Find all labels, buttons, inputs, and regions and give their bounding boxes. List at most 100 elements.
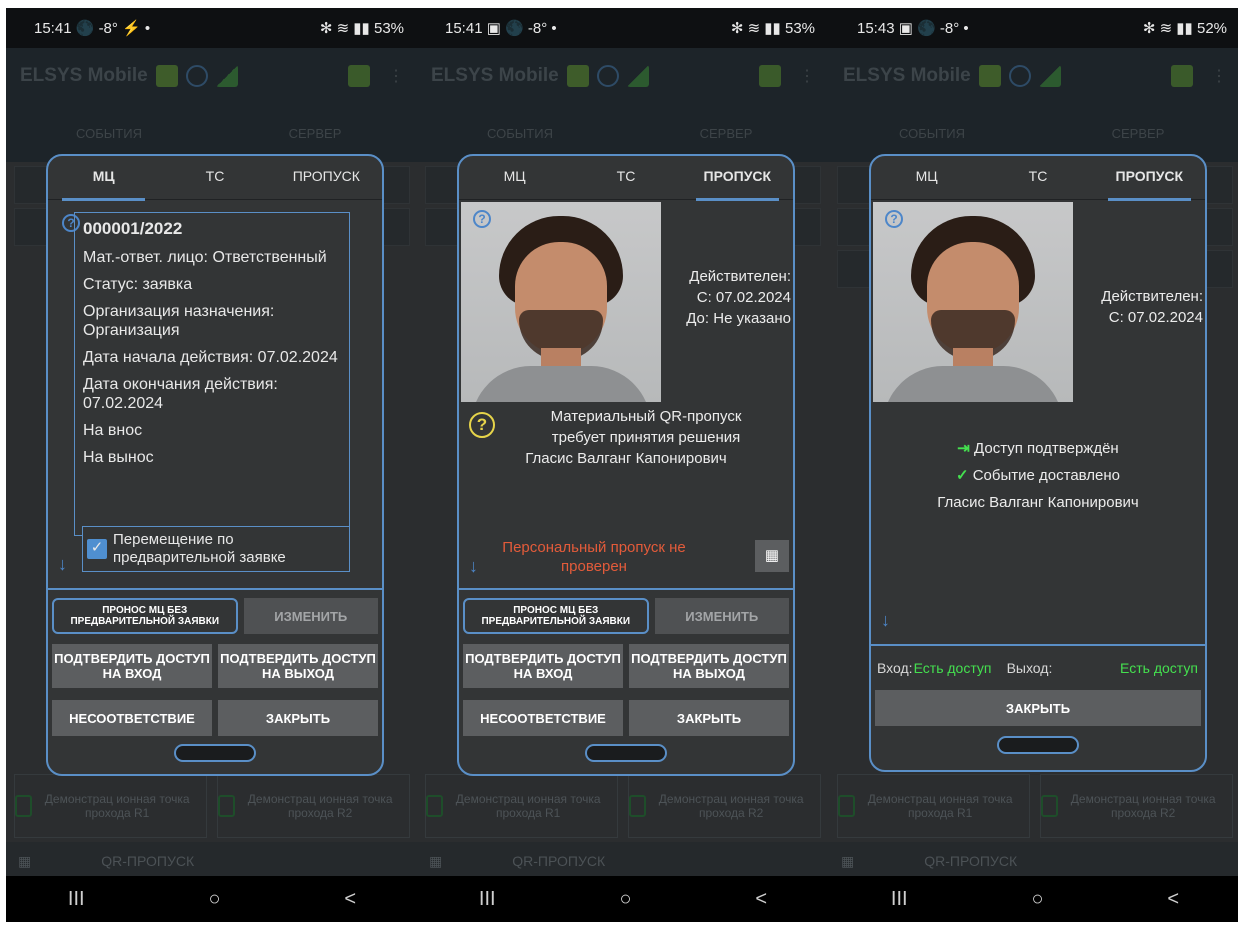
recent-apps-button[interactable]: III <box>479 888 496 911</box>
home-button[interactable]: ○ <box>1031 888 1043 911</box>
status-indicator-icon <box>759 65 781 87</box>
info-line: Дата окончания действия: 07.02.2024 <box>83 376 278 412</box>
enter-icon <box>15 795 33 817</box>
dialog-body: ? 000001/2022 Мат.-ответ. лицо: Ответств… <box>48 200 382 588</box>
confirm-exit-button[interactable]: ПОДТВЕРДИТЬ ДОСТУП НА ВЫХОД <box>629 644 789 688</box>
info-line: Статус: заявка <box>83 276 193 293</box>
status-right: ✻ ≋ ▮▮ 53% <box>730 20 815 37</box>
change-button[interactable]: ИЗМЕНИТЬ <box>243 598 378 634</box>
tab-mc[interactable]: МЦ <box>459 156 570 199</box>
tab-ts[interactable]: ТС <box>570 156 681 199</box>
exit-icon <box>629 795 647 817</box>
no-request-button[interactable]: ПРОНОС МЦ БЕЗ ПРЕДВАРИТЕЛЬНОЙ ЗАЯВКИ <box>463 598 649 634</box>
info-line: Дата начала действия: 07.02.2024 <box>83 349 338 366</box>
tab-ts[interactable]: ТС <box>982 156 1093 199</box>
unverified-warning: Персональный пропуск не проверен <box>502 539 686 575</box>
globe-icon <box>185 65 208 87</box>
qr-icon: ▦ <box>18 852 32 869</box>
button-row: НЕСООТВЕТСТВИЕ ЗАКРЫТЬ <box>48 700 382 736</box>
tab-pass[interactable]: ПРОПУСК <box>1094 156 1205 201</box>
help-icon[interactable]: ? <box>885 210 903 228</box>
pass-points: Демонстрац ионная точка прохода R1 Демон… <box>14 774 410 838</box>
status-icons: ▣ 🌑 -8° • <box>486 20 557 37</box>
tab-mc[interactable]: МЦ <box>871 156 982 199</box>
dialog-handle-wrap <box>48 744 382 762</box>
info-line: На вынос <box>83 449 154 466</box>
dialog-handle[interactable] <box>997 736 1079 754</box>
tab-pass[interactable]: ПРОПУСК <box>682 156 793 201</box>
back-button[interactable]: < <box>1167 888 1179 911</box>
button-row: ПРОНОС МЦ БЕЗ ПРЕДВАРИТЕЛЬНОЙ ЗАЯВКИ ИЗМ… <box>48 598 382 634</box>
app-title: ELSYS Mobile <box>431 65 559 86</box>
pass-point-r1: Демонстрац ионная точка прохода R1 <box>14 774 207 838</box>
dialog-body: ? Действителен: С: 07.02.2024 До: Не ука… <box>459 200 793 588</box>
help-icon[interactable]: ? <box>473 210 491 228</box>
tab-events: СОБЫТИЯ <box>899 125 965 141</box>
person-photo <box>873 202 1073 402</box>
status-right: ✻ ≋ ▮▮ 52% <box>1142 20 1227 37</box>
exit-icon <box>218 795 236 817</box>
status-time: 15:41 <box>34 20 72 37</box>
status-indicator-icon <box>1171 65 1193 87</box>
close-button[interactable]: ЗАКРЫТЬ <box>218 700 378 736</box>
confirm-exit-button[interactable]: ПОДТВЕРДИТЬ ДОСТУП НА ВЫХОД <box>218 644 378 688</box>
pass-point-r1: Демонстрац ионная точка прохода R1 <box>837 774 1030 838</box>
tab-mc[interactable]: МЦ <box>48 156 159 201</box>
preliminary-request-checkbox[interactable]: ✓ Перемещение по предварительной заявке <box>82 526 350 572</box>
request-info-box: 000001/2022 Мат.-ответ. лицо: Ответствен… <box>74 212 350 536</box>
back-button[interactable]: < <box>755 888 767 911</box>
app-title: ELSYS Mobile <box>843 65 971 86</box>
qr-pass-row: ▦ QR-ПРОПУСК <box>829 842 1238 880</box>
recent-apps-button[interactable]: III <box>891 888 908 911</box>
status-time: 15:41 <box>445 20 483 37</box>
entry-label: Вход: <box>877 660 913 676</box>
qr-icon: ▦ <box>841 852 855 869</box>
access-status: ⇥ Доступ подтверждён ✓ Событие доставлен… <box>871 438 1205 513</box>
tab-ts[interactable]: ТС <box>159 156 270 199</box>
person-name: Гласис Валганг Капонирович <box>525 450 727 467</box>
mismatch-button[interactable]: НЕСООТВЕТСТВИЕ <box>463 700 623 736</box>
dialog-tabs: МЦ ТС ПРОПУСК <box>459 156 793 201</box>
scroll-down-arrow-icon[interactable]: ↓ <box>469 556 478 577</box>
signal-icon <box>626 65 649 87</box>
dialog-handle[interactable] <box>585 744 667 762</box>
scroll-down-arrow-icon[interactable]: ↓ <box>881 610 890 631</box>
close-button[interactable]: ЗАКРЫТЬ <box>875 690 1201 726</box>
dialog-handle-wrap <box>459 744 793 762</box>
decision-message: Материальный QR-пропуск требует принятия… <box>459 406 793 469</box>
qr-pass-label: QR-ПРОПУСК <box>512 853 606 869</box>
phone-screen-2: 15:41 ▣ 🌑 -8° • ✻ ≋ ▮▮ 53% ELSYS Mobile … <box>417 8 829 922</box>
status-bar: 15:41 ▣ 🌑 -8° • ✻ ≋ ▮▮ 53% <box>417 8 829 48</box>
access-granted-icon: ⇥ <box>957 440 970 457</box>
pass-dialog: МЦ ТС ПРОПУСК ? Действителен: С: 07.02.2… <box>869 154 1207 772</box>
pass-dialog: МЦ ТС ПРОПУСК ? Действителен: С: 07.02.2… <box>457 154 795 776</box>
entry-access-value: Есть доступ <box>913 660 992 676</box>
pass-point-r2: Демонстрац ионная точка прохода R2 <box>628 774 821 838</box>
no-request-button[interactable]: ПРОНОС МЦ БЕЗ ПРЕДВАРИТЕЛЬНОЙ ЗАЯВКИ <box>52 598 238 634</box>
system-nav-bar: III ○ < <box>6 876 418 922</box>
server-icon <box>978 65 1001 87</box>
home-button[interactable]: ○ <box>208 888 220 911</box>
menu-icon: ⋮ <box>799 68 815 85</box>
close-button[interactable]: ЗАКРЫТЬ <box>629 700 789 736</box>
status-right: ✻ ≋ ▮▮ 53% <box>319 20 404 37</box>
dialog-handle[interactable] <box>174 744 256 762</box>
scroll-down-arrow-icon[interactable]: ↓ <box>58 554 67 575</box>
access-confirmed-line: ⇥ Доступ подтверждён <box>957 440 1119 457</box>
checkmark-icon: ✓ <box>955 467 969 484</box>
dialog-tabs: МЦ ТС ПРОПУСК <box>871 156 1205 201</box>
tab-pass[interactable]: ПРОПУСК <box>271 156 382 199</box>
recent-apps-button[interactable]: III <box>68 888 85 911</box>
change-button[interactable]: ИЗМЕНИТЬ <box>654 598 789 634</box>
status-bar: 15:41 🌑 -8° ⚡ • ✻ ≋ ▮▮ 53% <box>6 8 418 48</box>
mismatch-button[interactable]: НЕСООТВЕТСТВИЕ <box>52 700 212 736</box>
qr-code-button[interactable]: ▦ <box>755 540 789 572</box>
pass-points: Демонстрац ионная точка прохода R1 Демон… <box>425 774 821 838</box>
back-button[interactable]: < <box>344 888 356 911</box>
confirm-entry-button[interactable]: ПОДТВЕРДИТЬ ДОСТУП НА ВХОД <box>52 644 212 688</box>
confirm-entry-button[interactable]: ПОДТВЕРДИТЬ ДОСТУП НА ВХОД <box>463 644 623 688</box>
pass-points: Демонстрац ионная точка прохода R1 Демон… <box>837 774 1233 838</box>
home-button[interactable]: ○ <box>619 888 631 911</box>
tab-events: СОБЫТИЯ <box>76 125 142 141</box>
qr-pass-row: ▦ QR-ПРОПУСК <box>417 842 829 880</box>
